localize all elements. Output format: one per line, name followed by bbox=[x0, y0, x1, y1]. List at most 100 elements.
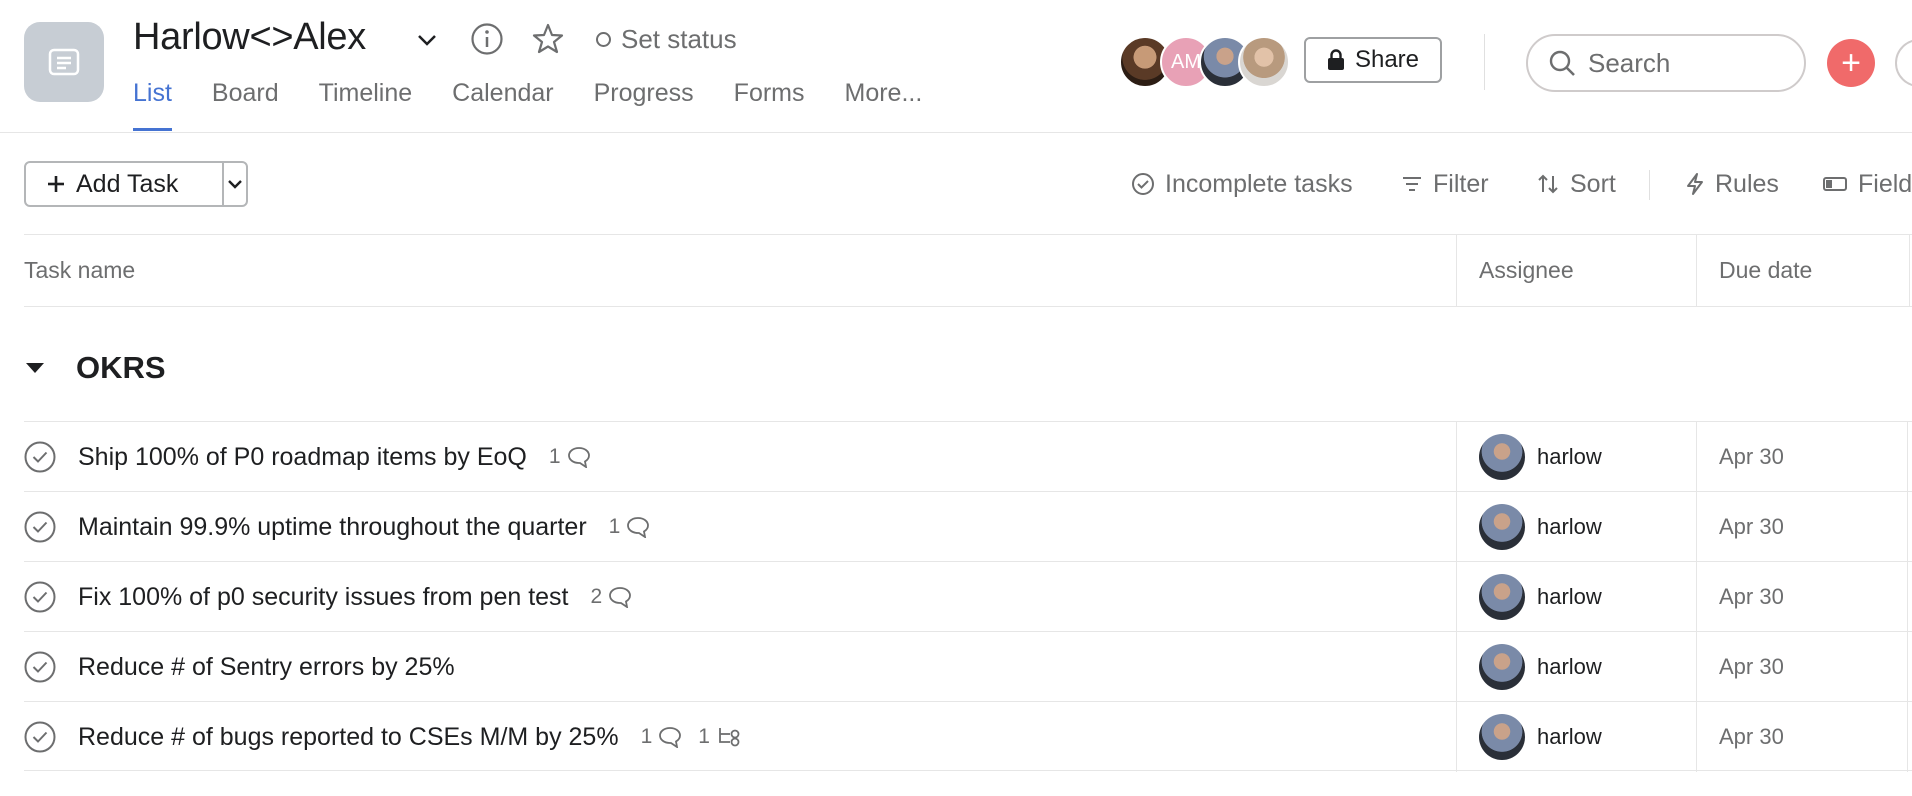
search-input[interactable]: Search bbox=[1526, 34, 1806, 92]
assignee-cell[interactable]: harlow bbox=[1456, 702, 1694, 772]
info-icon[interactable] bbox=[470, 22, 504, 56]
subtask-icon bbox=[716, 726, 742, 748]
project-list-icon[interactable] bbox=[24, 22, 104, 102]
sort-button[interactable]: Sort bbox=[1536, 168, 1616, 200]
set-status-button[interactable]: Set status bbox=[596, 24, 737, 54]
add-task-button[interactable]: Add Task bbox=[26, 163, 224, 205]
chevron-down-icon[interactable] bbox=[413, 26, 441, 54]
tab-calendar[interactable]: Calendar bbox=[452, 76, 553, 132]
add-new-button[interactable]: + bbox=[1827, 39, 1875, 87]
task-name[interactable]: Ship 100% of P0 roadmap items by EoQ bbox=[78, 443, 527, 472]
member-avatar[interactable] bbox=[1238, 36, 1290, 88]
comment-count[interactable]: 1 bbox=[641, 725, 683, 749]
tab-forms[interactable]: Forms bbox=[734, 76, 805, 132]
comment-count-value: 1 bbox=[640, 725, 653, 748]
check-circle-icon bbox=[1131, 172, 1155, 196]
filter-label: Filter bbox=[1433, 169, 1489, 198]
fields-label: Field bbox=[1858, 169, 1912, 198]
filter-button[interactable]: Filter bbox=[1401, 168, 1489, 200]
assignee-name: harlow bbox=[1537, 724, 1602, 749]
comment-count-value: 2 bbox=[590, 585, 603, 608]
assignee-cell[interactable]: harlow bbox=[1456, 492, 1694, 562]
tab-timeline[interactable]: Timeline bbox=[319, 76, 413, 132]
due-date-cell[interactable]: Apr 30 bbox=[1696, 702, 1908, 772]
comment-icon bbox=[658, 726, 682, 748]
rules-label: Rules bbox=[1715, 169, 1779, 198]
filter-icon bbox=[1401, 173, 1423, 195]
plus-icon bbox=[46, 174, 66, 194]
assignee-name: harlow bbox=[1537, 514, 1602, 539]
section-title[interactable]: OKRS bbox=[76, 350, 166, 386]
project-tabs: List Board Timeline Calendar Progress Fo… bbox=[133, 76, 962, 132]
caret-down-icon[interactable] bbox=[24, 357, 46, 379]
subtask-count-value: 1 bbox=[698, 725, 710, 748]
task-row[interactable]: Ship 100% of P0 roadmap items by EoQ 1 h… bbox=[24, 421, 1912, 492]
set-status-label: Set status bbox=[621, 23, 737, 54]
comment-count[interactable]: 1 bbox=[609, 515, 651, 539]
due-date-cell[interactable]: Apr 30 bbox=[1696, 632, 1908, 702]
chevron-down-icon bbox=[225, 174, 245, 194]
assignee-cell[interactable]: harlow bbox=[1456, 422, 1694, 492]
task-name[interactable]: Fix 100% of p0 security issues from pen … bbox=[78, 583, 569, 612]
task-row[interactable]: Maintain 99.9% uptime throughout the qua… bbox=[24, 491, 1912, 562]
assignee-avatar bbox=[1479, 644, 1525, 690]
due-date-cell[interactable]: Apr 30 bbox=[1696, 422, 1908, 492]
avatar-initials: AM bbox=[1171, 50, 1201, 73]
complete-check-icon[interactable] bbox=[24, 441, 56, 473]
comment-icon bbox=[626, 516, 650, 538]
task-name[interactable]: Maintain 99.9% uptime throughout the qua… bbox=[78, 513, 587, 542]
search-icon bbox=[1548, 49, 1576, 77]
complete-check-icon[interactable] bbox=[24, 721, 56, 753]
section-header: OKRS bbox=[24, 350, 166, 386]
due-date: Apr 30 bbox=[1719, 724, 1784, 749]
tab-progress[interactable]: Progress bbox=[594, 76, 694, 132]
sort-label: Sort bbox=[1570, 169, 1616, 198]
subtask-count[interactable]: 1 bbox=[698, 725, 742, 749]
sort-icon bbox=[1536, 172, 1560, 196]
tab-board[interactable]: Board bbox=[212, 76, 279, 132]
fields-icon bbox=[1822, 173, 1848, 195]
task-name[interactable]: Reduce # of bugs reported to CSEs M/M by… bbox=[78, 723, 619, 752]
task-row[interactable]: Reduce # of Sentry errors by 25% harlow … bbox=[24, 631, 1912, 702]
comment-icon bbox=[567, 446, 591, 468]
tab-list[interactable]: List bbox=[133, 76, 172, 132]
star-icon[interactable] bbox=[531, 22, 565, 56]
assignee-avatar bbox=[1479, 714, 1525, 760]
column-header-task-name[interactable]: Task name bbox=[24, 235, 135, 306]
task-row[interactable]: Fix 100% of p0 security issues from pen … bbox=[24, 561, 1912, 632]
assignee-name: harlow bbox=[1537, 584, 1602, 609]
due-date: Apr 30 bbox=[1719, 584, 1784, 609]
assignee-cell[interactable]: harlow bbox=[1456, 562, 1694, 632]
lightning-icon bbox=[1685, 172, 1705, 196]
comment-count[interactable]: 1 bbox=[549, 445, 591, 469]
assignee-avatar bbox=[1479, 574, 1525, 620]
due-date-cell[interactable]: Apr 30 bbox=[1696, 562, 1908, 632]
share-button[interactable]: Share bbox=[1304, 37, 1442, 83]
column-header-assignee[interactable]: Assignee bbox=[1456, 235, 1695, 306]
column-header-due-date[interactable]: Due date bbox=[1696, 235, 1910, 306]
help-button[interactable] bbox=[1895, 39, 1912, 87]
project-title[interactable]: Harlow<>Alex bbox=[133, 16, 366, 59]
incomplete-tasks-filter[interactable]: Incomplete tasks bbox=[1131, 168, 1353, 200]
complete-check-icon[interactable] bbox=[24, 651, 56, 683]
comment-count[interactable]: 2 bbox=[591, 585, 633, 609]
assignee-name: harlow bbox=[1537, 654, 1602, 679]
due-date-cell[interactable]: Apr 30 bbox=[1696, 492, 1908, 562]
comment-count-value: 1 bbox=[548, 445, 561, 468]
incomplete-tasks-label: Incomplete tasks bbox=[1165, 169, 1353, 198]
tab-more[interactable]: More... bbox=[845, 76, 923, 132]
add-task-dropdown[interactable] bbox=[224, 163, 246, 205]
share-label: Share bbox=[1354, 46, 1420, 73]
complete-check-icon[interactable] bbox=[24, 511, 56, 543]
task-name[interactable]: Reduce # of Sentry errors by 25% bbox=[78, 653, 455, 682]
rules-button[interactable]: Rules bbox=[1685, 168, 1779, 200]
due-date: Apr 30 bbox=[1719, 444, 1784, 469]
search-placeholder: Search bbox=[1588, 47, 1671, 78]
assignee-cell[interactable]: harlow bbox=[1456, 632, 1694, 702]
header-divider bbox=[1484, 34, 1485, 90]
fields-button[interactable]: Field bbox=[1822, 168, 1912, 200]
task-row[interactable]: Reduce # of bugs reported to CSEs M/M by… bbox=[24, 701, 1912, 772]
table-divider bbox=[24, 770, 1912, 771]
assignee-avatar bbox=[1479, 434, 1525, 480]
complete-check-icon[interactable] bbox=[24, 581, 56, 613]
